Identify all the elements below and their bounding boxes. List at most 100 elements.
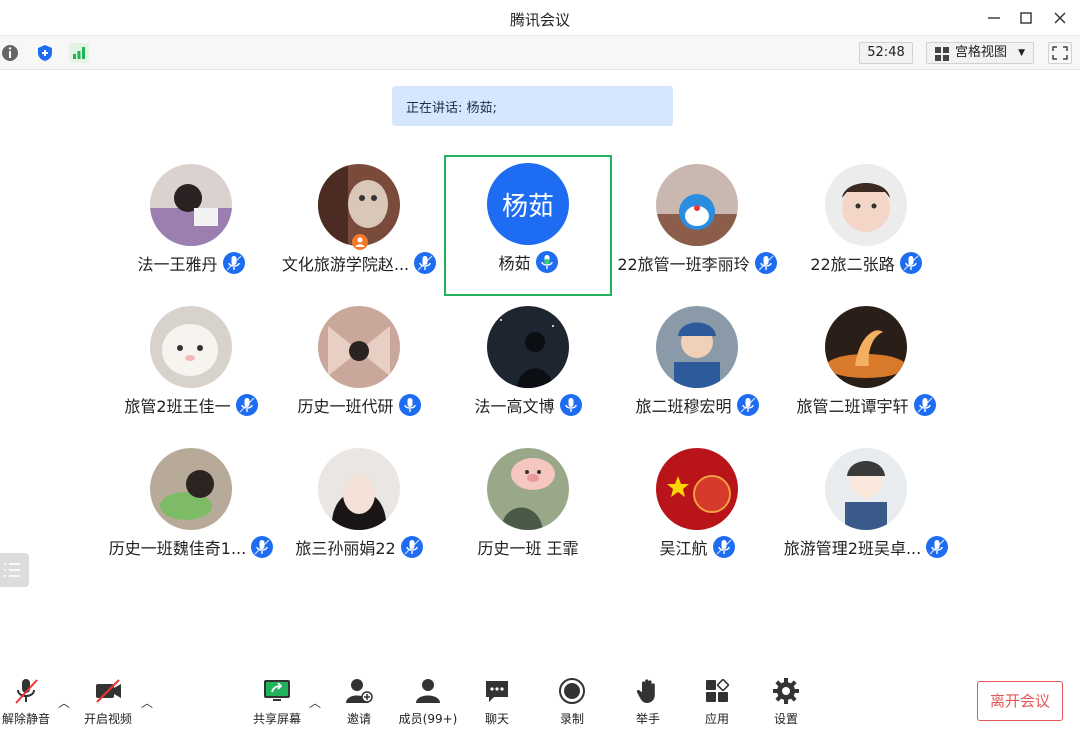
- participant-tile[interactable]: 文化旅游学院赵...: [275, 156, 443, 297]
- participant-tile[interactable]: 历史一班魏佳奇1...: [107, 440, 275, 581]
- record-label: 录制: [559, 712, 584, 726]
- participant-tile[interactable]: 22旅二张路: [782, 156, 950, 297]
- window-title: 腾讯会议: [509, 11, 570, 29]
- chat-bubble-icon: [482, 676, 512, 706]
- host-badge-icon: [352, 234, 368, 250]
- muted-mic-icon: [11, 676, 41, 706]
- participant-name: 旅游管理2班吴卓...: [783, 539, 922, 558]
- apps-grid-icon: [702, 676, 732, 706]
- participant-name: 杨茹: [498, 254, 531, 273]
- list-icon: [4, 563, 20, 577]
- grid-view-icon: [935, 47, 949, 61]
- raise-hand-label: 举手: [635, 712, 660, 726]
- chat-button[interactable]: 聊天: [480, 676, 514, 727]
- participant-name: 法一王雅丹: [137, 255, 218, 274]
- avatar: [487, 306, 569, 388]
- avatar: [656, 448, 738, 530]
- start-video-label: 开启视频: [83, 712, 132, 726]
- microphone-icon: [559, 394, 582, 416]
- participant-tile[interactable]: 旅游管理2班吴卓...: [782, 440, 950, 581]
- participant-tile[interactable]: 法一王雅丹: [107, 156, 275, 297]
- info-icon[interactable]: [0, 43, 20, 63]
- audio-options-chevron-icon[interactable]: ︿: [58, 694, 70, 711]
- title-bar: 腾讯会议: [0, 0, 1080, 36]
- side-panel-toggle[interactable]: [0, 553, 29, 587]
- participant-tile[interactable]: 旅管2班王佳一: [107, 298, 275, 439]
- video-off-icon: [93, 676, 123, 706]
- minimize-button[interactable]: [984, 8, 1004, 28]
- participant-tile[interactable]: 法一高文博: [444, 298, 612, 439]
- start-video-button[interactable]: 开启视频: [82, 676, 134, 727]
- participant-name: 22旅二张路: [810, 255, 895, 274]
- microphone-icon: [913, 394, 936, 416]
- settings-label: 设置: [773, 712, 798, 726]
- meeting-timer: 52:48: [859, 42, 913, 64]
- microphone-icon: [712, 536, 735, 558]
- chat-label: 聊天: [484, 712, 509, 726]
- participant-name: 旅管2班王佳一: [124, 397, 231, 416]
- invite-button[interactable]: 邀请: [340, 676, 378, 727]
- invite-label: 邀请: [346, 712, 371, 726]
- maximize-icon: [1020, 12, 1032, 24]
- unmute-label: 解除静音: [1, 712, 50, 726]
- share-options-chevron-icon[interactable]: ︿: [309, 694, 321, 711]
- close-icon: [1054, 12, 1066, 24]
- participant-tile[interactable]: 历史一班代研: [275, 298, 443, 439]
- unmute-button[interactable]: 解除静音: [0, 676, 52, 727]
- video-options-chevron-icon[interactable]: ︿: [141, 694, 153, 711]
- share-screen-button[interactable]: 共享屏幕: [250, 676, 304, 727]
- participant-name: 旅管二班谭宇轩: [796, 397, 909, 416]
- avatar: [318, 306, 400, 388]
- participant-tile[interactable]: 旅管二班谭宇轩: [782, 298, 950, 439]
- microphone-icon: [400, 536, 423, 558]
- network-signal-icon[interactable]: [69, 43, 89, 63]
- microphone-icon: [926, 536, 949, 558]
- participant-tile-active-speaker[interactable]: 杨茹 杨茹: [444, 155, 612, 296]
- avatar: [150, 164, 232, 246]
- raise-hand-button[interactable]: 举手: [631, 676, 665, 727]
- participant-name: 文化旅游学院赵...: [281, 255, 410, 274]
- maximize-button[interactable]: [1016, 8, 1036, 28]
- participant-tile[interactable]: 22旅管一班李丽玲: [613, 156, 781, 297]
- avatar: [150, 448, 232, 530]
- bottom-control-bar: 解除静音 ︿ 开启视频 ︿ 共享屏幕 ︿ 邀请 成员(99+) 聊天 录制 举手…: [0, 664, 1080, 730]
- microphone-speaking-icon: [535, 251, 558, 273]
- minimize-icon: [988, 17, 1000, 19]
- avatar: [825, 306, 907, 388]
- participant-tile[interactable]: 吴江航: [613, 440, 781, 581]
- fullscreen-icon: [1052, 46, 1068, 60]
- participant-name: 吴江航: [659, 539, 708, 558]
- avatar: [825, 164, 907, 246]
- participant-name: 22旅管一班李丽玲: [617, 255, 750, 274]
- close-button[interactable]: [1050, 8, 1070, 28]
- share-screen-icon: [262, 676, 292, 706]
- participant-tile[interactable]: 旅二班穆宏明: [613, 298, 781, 439]
- leave-meeting-button[interactable]: 离开会议: [977, 681, 1063, 721]
- speaking-banner: 正在讲话: 杨茹;: [392, 86, 673, 126]
- apps-label: 应用: [704, 712, 729, 726]
- record-icon: [557, 676, 587, 706]
- settings-button[interactable]: 设置: [769, 676, 803, 727]
- participant-tile[interactable]: 旅三孙丽娟22: [275, 440, 443, 581]
- avatar: [487, 448, 569, 530]
- participant-name: 历史一班代研: [297, 397, 394, 416]
- record-button[interactable]: 录制: [555, 676, 589, 727]
- members-button[interactable]: 成员(99+): [396, 676, 460, 727]
- fullscreen-button[interactable]: [1048, 42, 1072, 64]
- participant-name: 旅二班穆宏明: [635, 397, 732, 416]
- security-shield-icon[interactable]: [35, 43, 55, 63]
- microphone-icon: [222, 252, 245, 274]
- apps-button[interactable]: 应用: [700, 676, 734, 727]
- avatar: [656, 306, 738, 388]
- members-label: 成员(99+): [398, 712, 458, 726]
- participant-name: 历史一班 王霏: [477, 539, 579, 558]
- members-icon: [413, 676, 443, 706]
- chevron-down-icon: ▼: [1018, 48, 1025, 58]
- participant-name: 历史一班魏佳奇1...: [108, 539, 247, 558]
- microphone-icon: [398, 394, 421, 416]
- microphone-icon: [736, 394, 759, 416]
- view-mode-select[interactable]: 宫格视图 ▼: [926, 42, 1034, 64]
- avatar: [825, 448, 907, 530]
- participant-tile[interactable]: 历史一班 王霏: [444, 440, 612, 581]
- hand-icon: [633, 676, 663, 706]
